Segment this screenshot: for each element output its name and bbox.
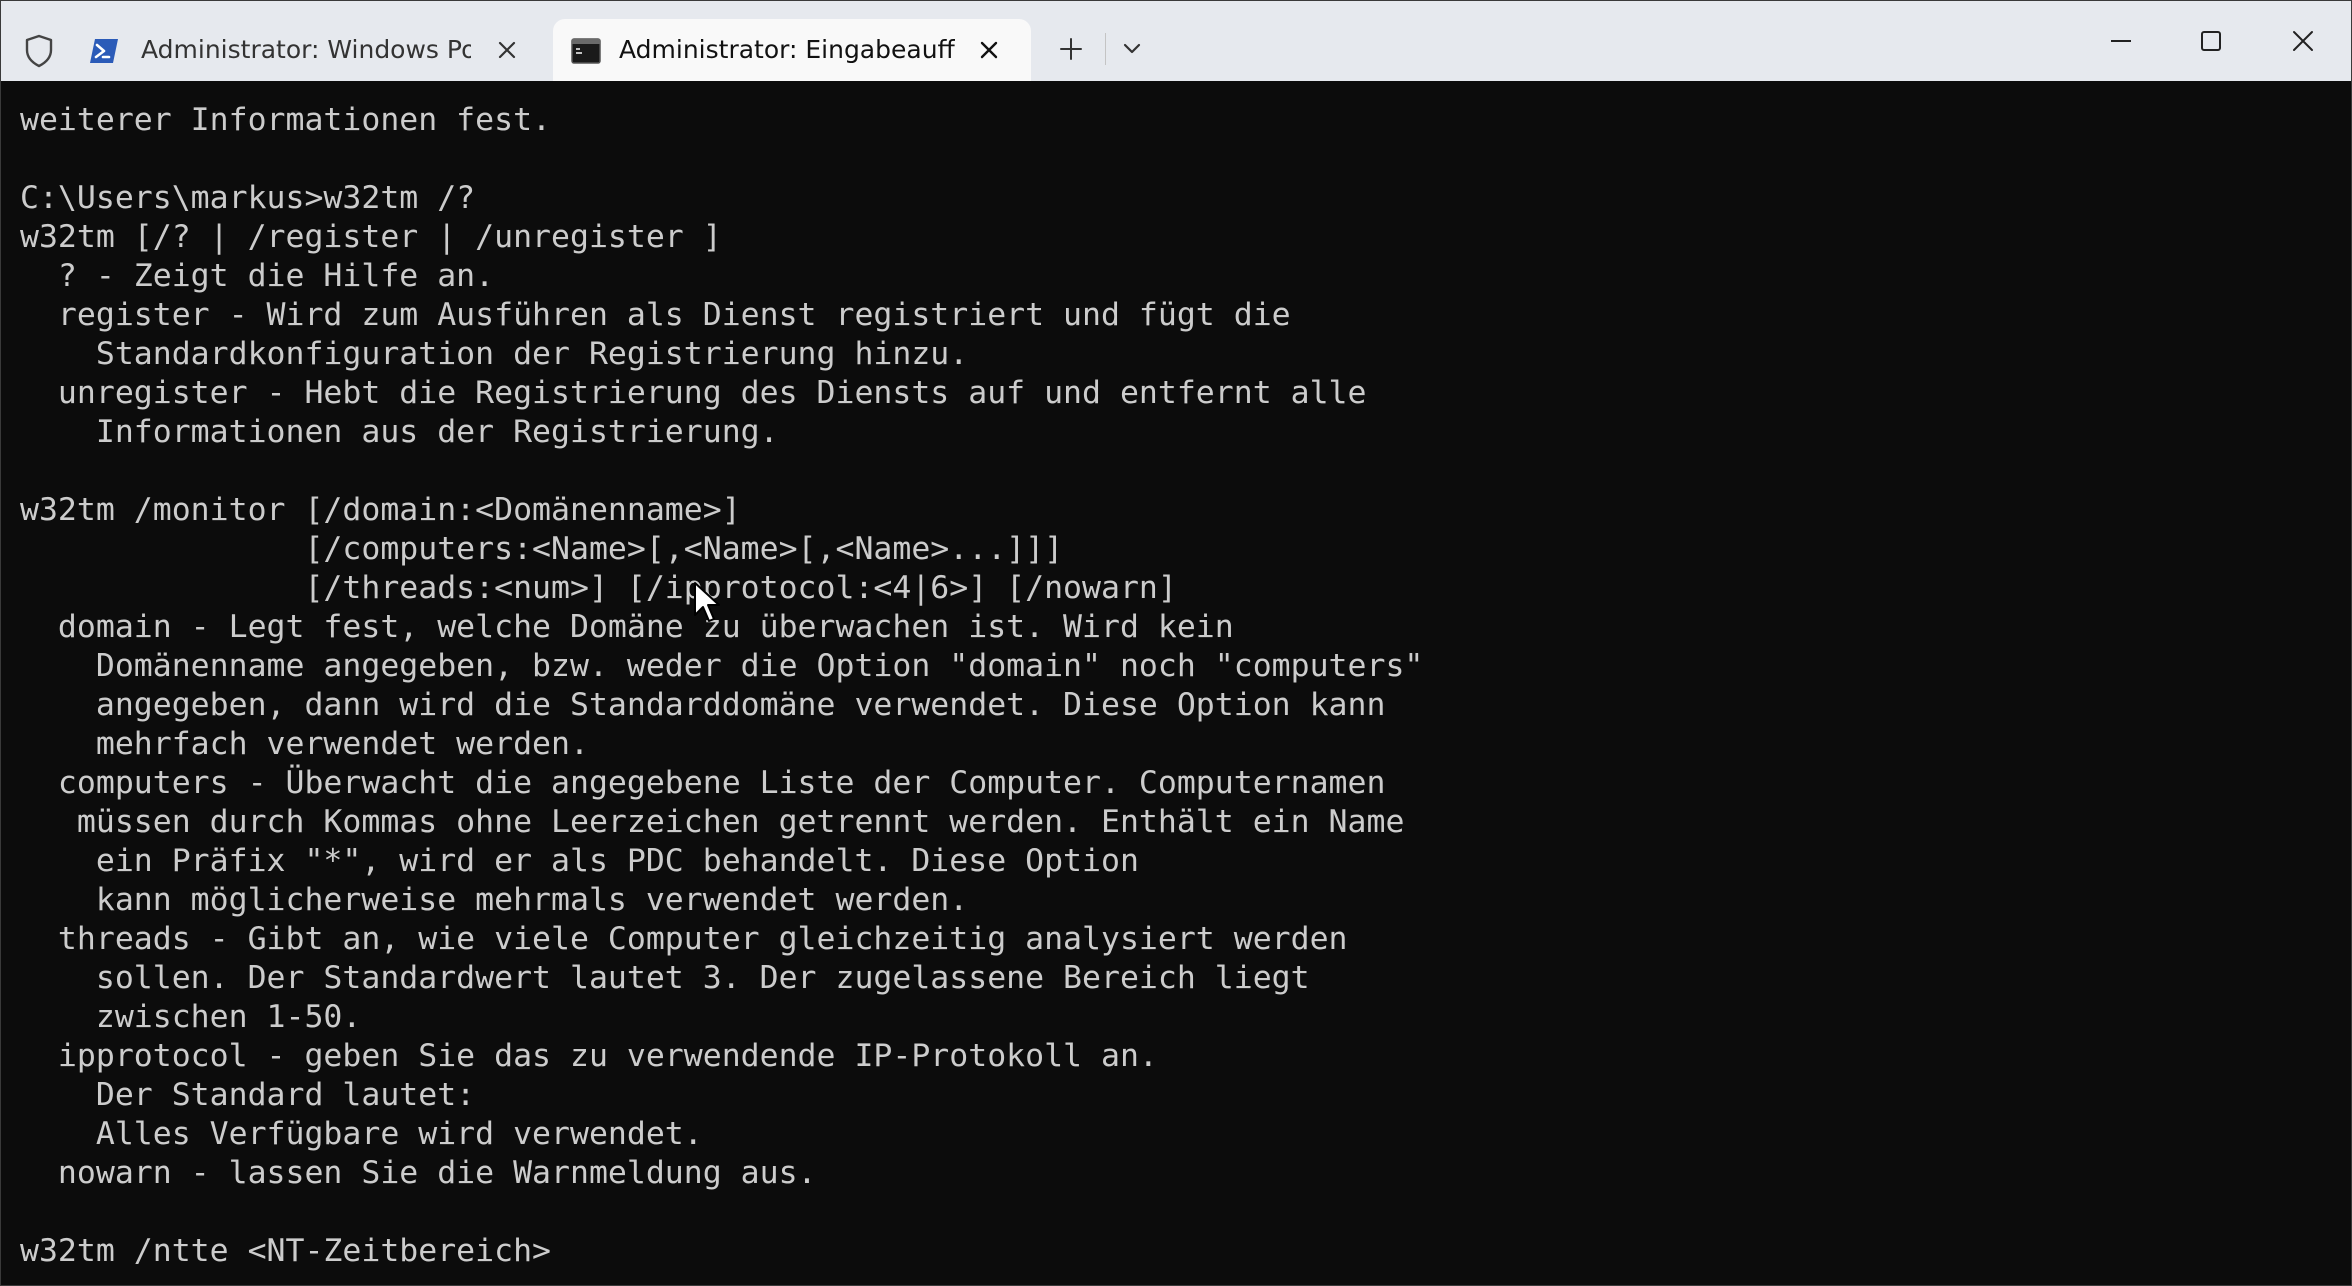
- terminal-line: Alles Verfügbare wird verwendet.: [20, 1116, 703, 1152]
- terminal-output[interactable]: weiterer Informationen fest. C:\Users\mar…: [1, 81, 2351, 1285]
- terminal-line: w32tm /monitor [/domain:<Domänenname>]: [20, 492, 741, 528]
- terminal-line: Der Standard lautet:: [20, 1077, 476, 1113]
- terminal-line: ? - Zeigt die Hilfe an.: [20, 258, 495, 294]
- terminal-line: sollen. Der Standardwert lautet 3. Der z…: [20, 960, 1310, 996]
- shield-icon: [25, 34, 53, 68]
- chevron-down-icon[interactable]: [1117, 37, 1147, 61]
- terminal-line: computers - Überwacht die angegebene Lis…: [20, 765, 1386, 801]
- scrollbar[interactable]: [2337, 81, 2351, 1285]
- terminal-text[interactable]: weiterer Informationen fest. C:\Users\mar…: [20, 101, 1423, 1271]
- terminal-line: threads - Gibt an, wie viele Computer gl…: [20, 921, 1348, 957]
- close-icon[interactable]: [975, 36, 1003, 64]
- close-icon[interactable]: [2283, 21, 2323, 61]
- maximize-icon[interactable]: [2191, 21, 2231, 61]
- terminal-line: Informationen aus der Registrierung.: [20, 414, 779, 450]
- minimize-icon[interactable]: [2101, 21, 2141, 61]
- terminal-line: Domänenname angegeben, bzw. weder die Op…: [20, 648, 1424, 684]
- tab-powershell[interactable]: Administrator: Windows PowerShell: [73, 19, 547, 81]
- divider: [1105, 33, 1106, 65]
- mouse-pointer-icon: [694, 582, 720, 622]
- new-tab-button[interactable]: [1055, 33, 1087, 65]
- terminal-line: kann möglicherweise mehrmals verwendet w…: [20, 882, 969, 918]
- terminal-line: weiterer Informationen fest.: [20, 102, 552, 138]
- close-icon[interactable]: [493, 36, 521, 64]
- tab-cmd[interactable]: Administrator: Eingabeaufforderung: [553, 19, 1031, 81]
- terminal-line: ein Präfix "*", wird er als PDC behandel…: [20, 843, 1139, 879]
- terminal-line: register - Wird zum Ausführen als Dienst…: [20, 297, 1291, 333]
- tab-title: Administrator: Eingabeaufforderung: [619, 35, 955, 64]
- cmd-icon: [571, 38, 601, 64]
- terminal-line: zwischen 1-50.: [20, 999, 362, 1035]
- powershell-icon: [90, 39, 118, 63]
- terminal-line: müssen durch Kommas ohne Leerzeichen get…: [20, 804, 1405, 840]
- terminal-line: ipprotocol - geben Sie das zu verwendend…: [20, 1038, 1158, 1074]
- terminal-line: [/computers:<Name>[,<Name>[,<Name>...]]]: [20, 531, 1064, 567]
- terminal-line: Standardkonfiguration der Registrierung …: [20, 336, 969, 372]
- terminal-line: unregister - Hebt die Registrierung des …: [20, 375, 1367, 411]
- terminal-line: mehrfach verwendet werden.: [20, 726, 589, 762]
- tab-title: Administrator: Windows PowerShell: [141, 35, 471, 64]
- terminal-line: w32tm /ntte <NT-Zeitbereich>: [20, 1233, 552, 1269]
- terminal-line: angegeben, dann wird die Standarddomäne …: [20, 687, 1386, 723]
- terminal-line: C:\Users\markus>w32tm /?: [20, 180, 476, 216]
- terminal-line: w32tm [/? | /register | /unregister ]: [20, 219, 722, 255]
- tab-bar: Administrator: Windows PowerShell Admini…: [1, 1, 2351, 81]
- terminal-window: Administrator: Windows PowerShell Admini…: [0, 0, 2352, 1286]
- terminal-line: nowarn - lassen Sie die Warnmeldung aus.: [20, 1155, 817, 1191]
